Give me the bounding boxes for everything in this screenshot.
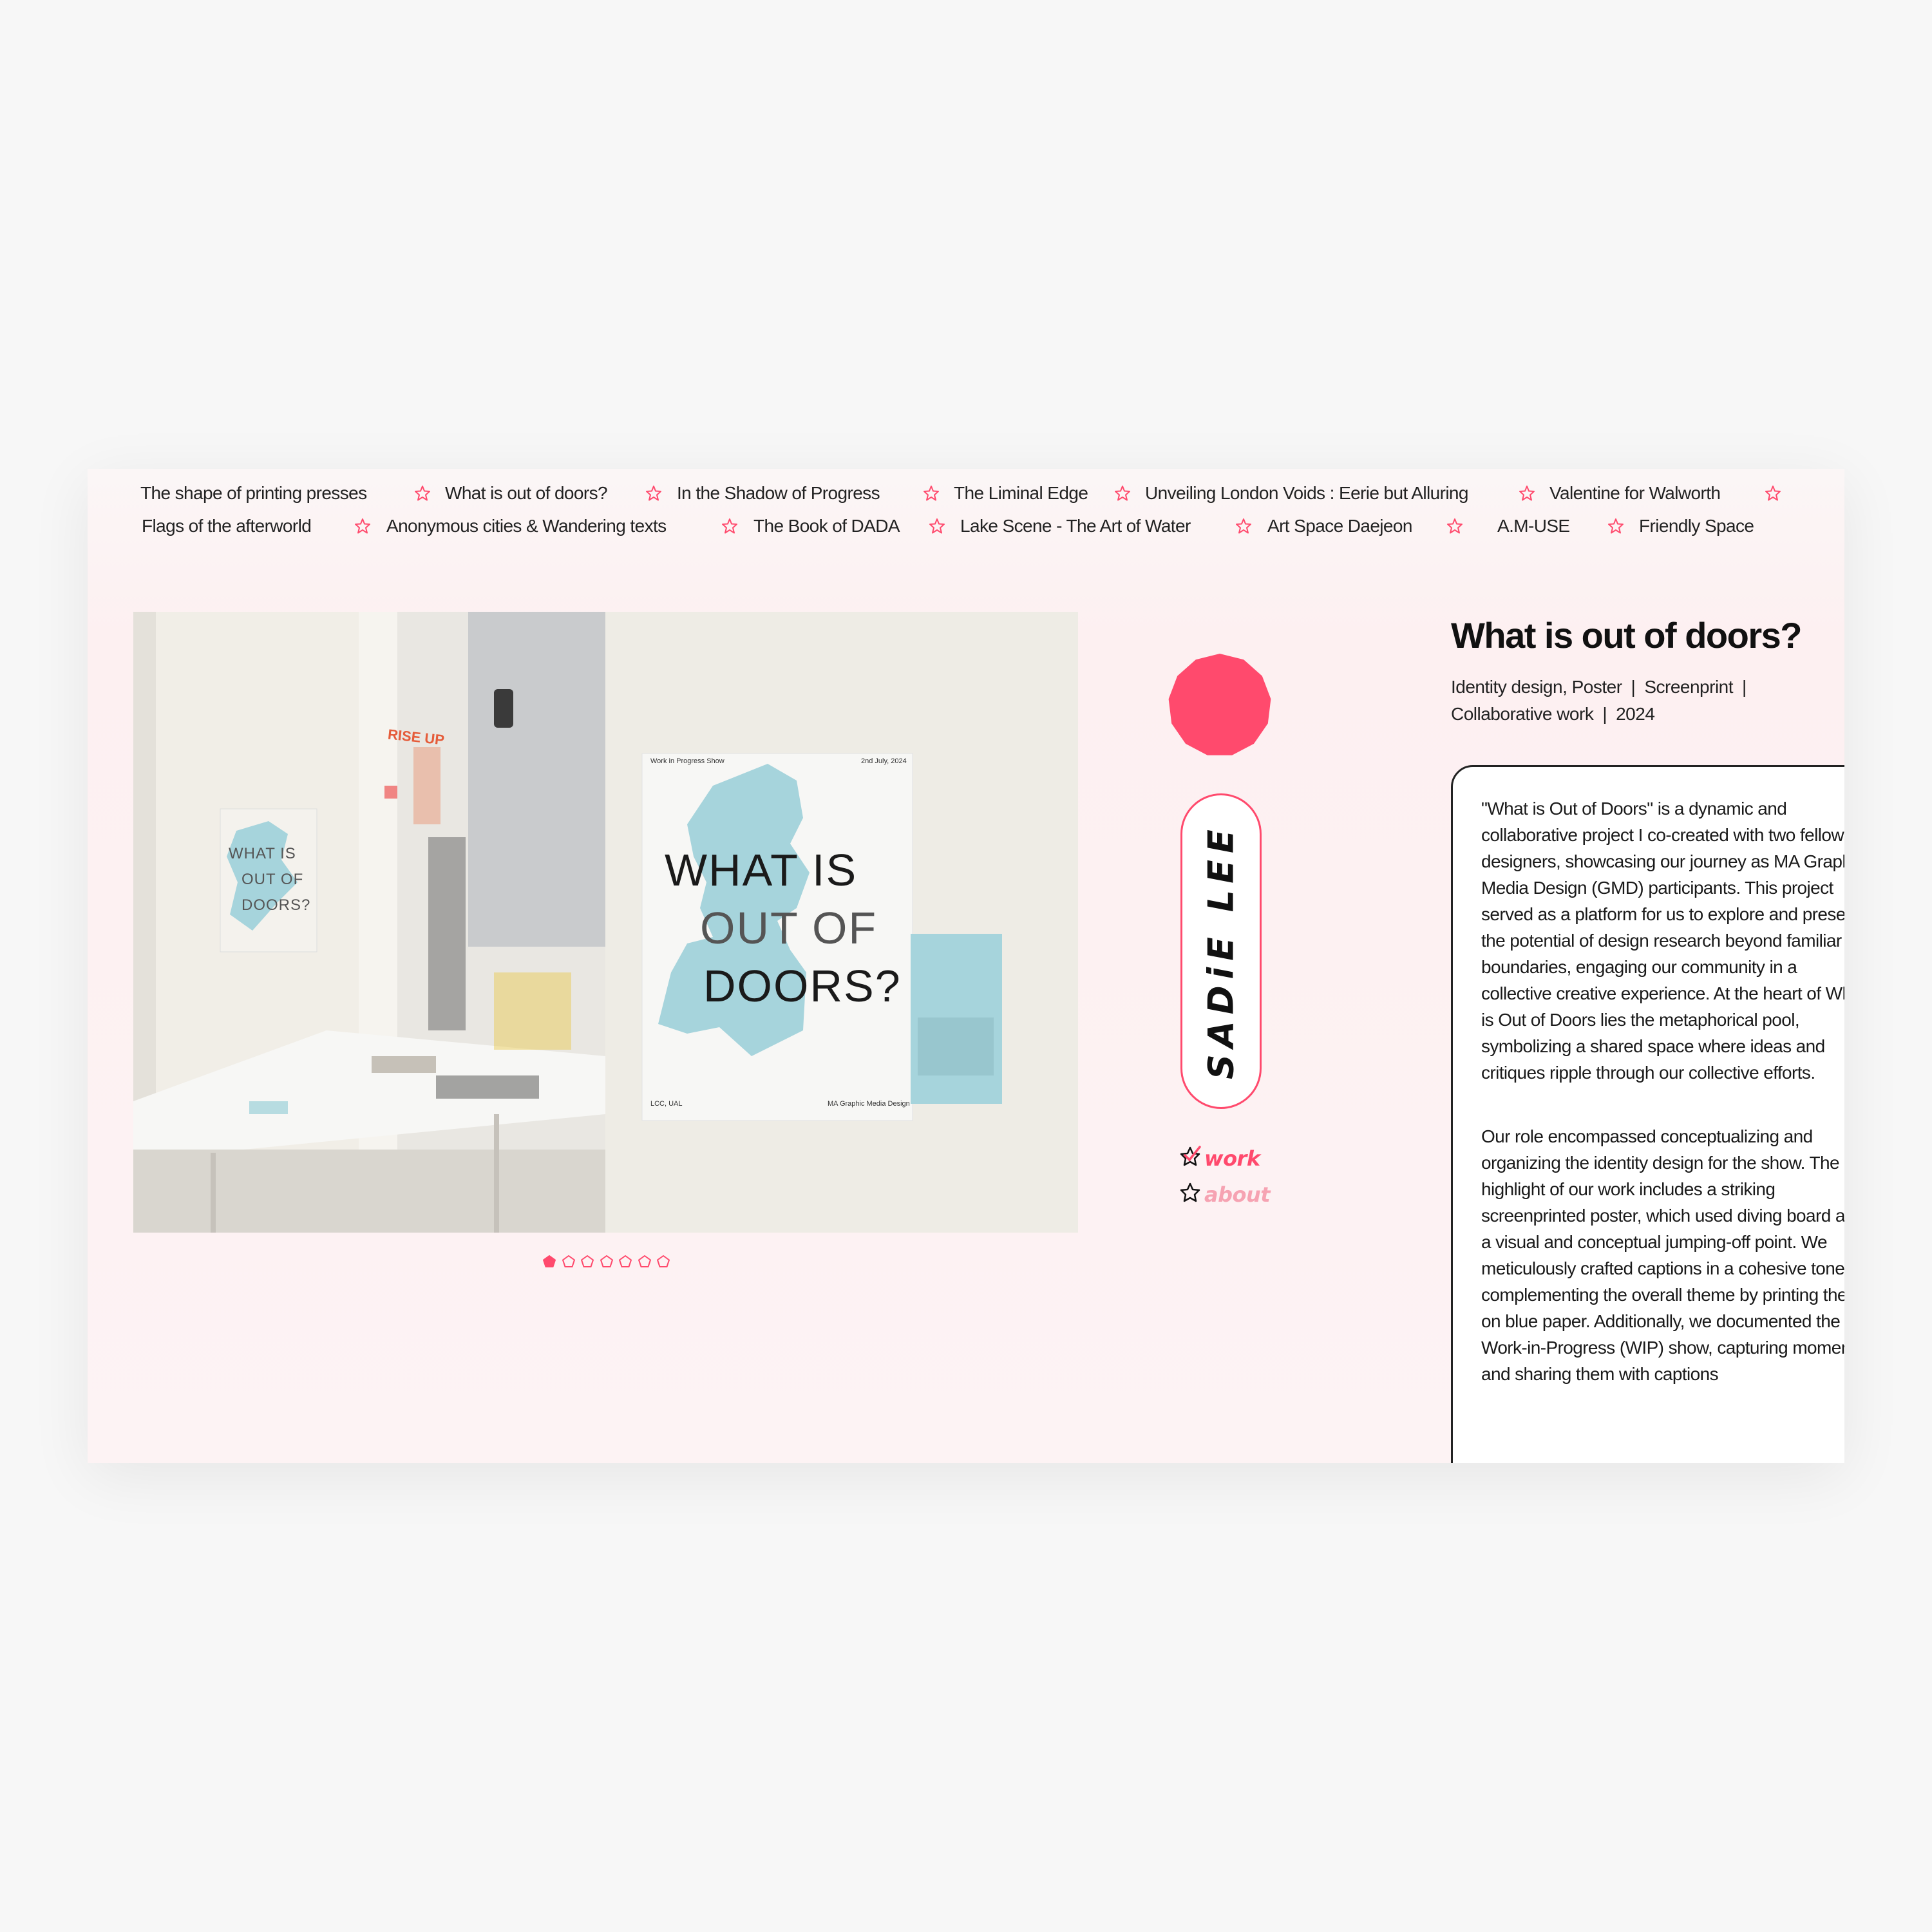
- gallery-dot-icon[interactable]: [600, 1255, 614, 1269]
- poster-header-left: Work in Progress Show: [650, 757, 724, 765]
- project-nav-link[interactable]: The shape of printing presses: [140, 483, 367, 504]
- menu-about-label: about: [1204, 1182, 1271, 1207]
- brand-name: SADiE LEE: [1200, 823, 1242, 1079]
- gallery-dot-icon[interactable]: [638, 1255, 652, 1269]
- star-separator-icon: [1519, 485, 1535, 506]
- gallery-dot-icon[interactable]: [542, 1255, 556, 1269]
- project-title: What is out of doors?: [1451, 615, 1802, 656]
- project-nav-link[interactable]: Art Space Daejeon: [1267, 516, 1412, 536]
- poster-title: WHAT IS OUT OF DOORS?: [665, 845, 902, 1011]
- gallery-dot-icon[interactable]: [580, 1255, 594, 1269]
- project-nav-link[interactable]: What is out of doors?: [445, 483, 608, 504]
- tag-type: Collaborative work: [1451, 704, 1594, 724]
- project-nav-link[interactable]: The Liminal Edge: [954, 483, 1088, 504]
- portfolio-page: The shape of printing presses What is out…: [88, 469, 1844, 1463]
- project-image-gallery[interactable]: WHAT IS OUT OF DOORS? RISE UP Work in Pr…: [133, 612, 1078, 1233]
- project-nav-link[interactable]: A.M-USE: [1497, 516, 1570, 536]
- checked-star-icon: [1180, 1146, 1201, 1166]
- poster-footer-right: MA Graphic Media Design: [828, 1100, 910, 1108]
- star-separator-icon: [1446, 518, 1463, 539]
- star-outline-icon: [1180, 1182, 1200, 1202]
- project-nav-link[interactable]: Friendly Space: [1639, 516, 1754, 536]
- small-poster-title: WHAT IS OUT OF DOORS?: [229, 845, 311, 914]
- tag-technique: Screenprint: [1644, 677, 1734, 697]
- gallery-dot-icon[interactable]: [656, 1255, 670, 1269]
- menu-work-label: work: [1204, 1146, 1260, 1171]
- gallery-dot-icon[interactable]: [618, 1255, 632, 1269]
- project-nav-link[interactable]: In the Shadow of Progress: [677, 483, 880, 504]
- tag-year: 2024: [1616, 704, 1655, 724]
- star-separator-icon: [1114, 485, 1131, 506]
- brand-name-pill[interactable]: SADiE LEE: [1180, 793, 1262, 1109]
- star-separator-icon: [721, 518, 738, 539]
- project-description-card[interactable]: "What is Out of Doors" is a dynamic and …: [1451, 765, 1844, 1463]
- star-separator-icon: [645, 485, 662, 506]
- gallery-dot-icon[interactable]: [562, 1255, 576, 1269]
- project-nav-link[interactable]: Valentine for Walworth: [1549, 483, 1721, 504]
- star-separator-icon: [1765, 485, 1781, 506]
- tag-category: Identity design, Poster: [1451, 677, 1622, 697]
- project-tags: Identity design, Poster | Screenprint | Col…: [1451, 677, 1747, 724]
- poster-header-right: 2nd July, 2024: [861, 757, 907, 765]
- project-nav-link[interactable]: The Book of DADA: [753, 516, 900, 536]
- gallery-photo: [133, 612, 1078, 1233]
- project-nav-link[interactable]: Anonymous cities & Wandering texts: [386, 516, 667, 536]
- star-separator-icon: [1235, 518, 1252, 539]
- poster-footer-left: LCC, UAL: [650, 1100, 683, 1108]
- star-separator-icon: [1607, 518, 1624, 539]
- project-nav-link[interactable]: Unveiling London Voids : Eerie but Allur…: [1145, 483, 1468, 504]
- project-nav-link[interactable]: Lake Scene - The Art of Water: [960, 516, 1191, 536]
- star-separator-icon: [923, 485, 940, 506]
- star-separator-icon: [354, 518, 371, 539]
- star-separator-icon: [414, 485, 431, 506]
- logo-badge-icon: [1168, 654, 1271, 755]
- star-separator-icon: [929, 518, 945, 539]
- description-paragraph: "What is Out of Doors" is a dynamic and …: [1481, 799, 1844, 1083]
- description-paragraph: Our role encompassed conceptualizing and…: [1481, 1126, 1844, 1384]
- project-nav-link[interactable]: Flags of the afterworld: [142, 516, 312, 536]
